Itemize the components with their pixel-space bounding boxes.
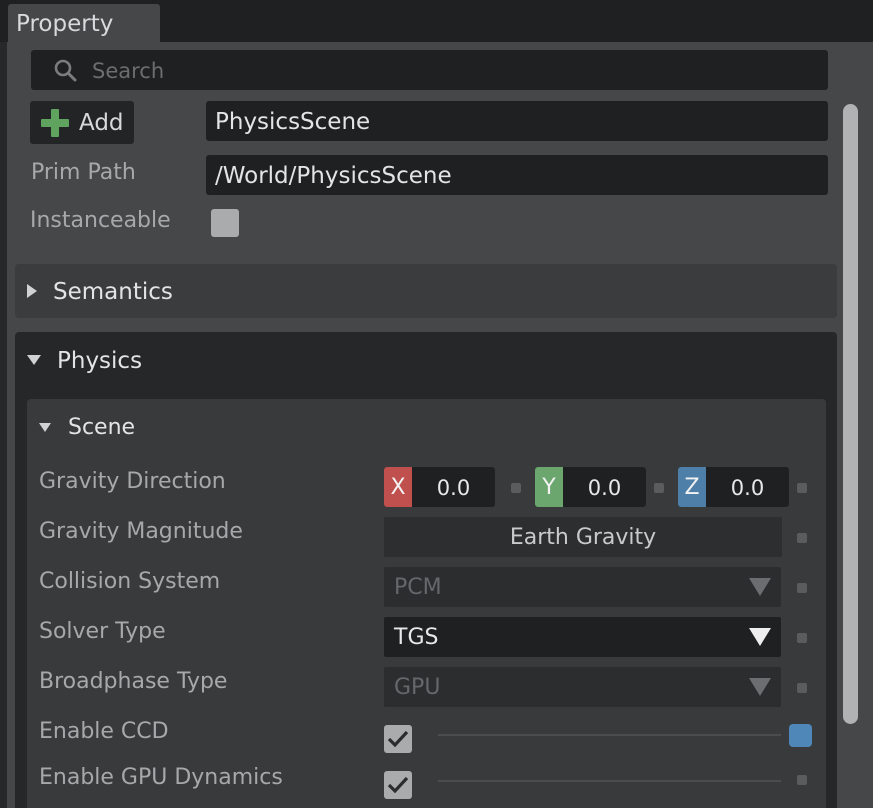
gravity-x-default-indicator[interactable] <box>511 483 521 493</box>
panel-left-edge <box>0 42 7 808</box>
prim-name-field[interactable]: PhysicsScene <box>206 101 828 141</box>
section-semantics-label: Semantics <box>53 279 173 305</box>
collapse-arrow-icon <box>27 355 41 365</box>
section-physics: Physics Scene Gravity Direction X 0.0 Y … <box>15 332 837 808</box>
axis-x-badge: X <box>384 467 412 507</box>
collision-system-value: PCM <box>394 575 442 600</box>
axis-y-badge: Y <box>535 467 563 507</box>
broadphase-type-dropdown[interactable]: GPU <box>384 667 781 707</box>
checkmark-icon <box>387 776 409 794</box>
plus-icon <box>41 109 69 137</box>
gravity-x-value: 0.0 <box>436 476 471 500</box>
enable-ccd-checkbox[interactable] <box>384 725 412 753</box>
collapse-arrow-icon <box>39 423 51 432</box>
gravity-magnitude-label: Gravity Magnitude <box>39 519 243 544</box>
enable-ccd-modified-indicator[interactable] <box>789 724 812 747</box>
gravity-z-field[interactable]: Z 0.0 <box>678 467 789 507</box>
search-placeholder: Search <box>92 59 165 83</box>
gravity-z-default-indicator[interactable] <box>797 483 807 493</box>
instanceable-label: Instanceable <box>30 208 171 233</box>
dropdown-arrow-icon <box>749 578 771 596</box>
prim-path-label: Prim Path <box>31 160 136 185</box>
collision-system-default-indicator[interactable] <box>797 583 807 593</box>
checkmark-icon <box>387 730 409 748</box>
dropdown-arrow-icon <box>749 628 771 646</box>
enable-gpu-dynamics-track <box>438 780 781 782</box>
broadphase-type-label: Broadphase Type <box>39 669 228 694</box>
gravity-direction-label: Gravity Direction <box>39 469 226 494</box>
add-button[interactable]: Add <box>30 101 134 144</box>
broadphase-type-default-indicator[interactable] <box>797 683 807 693</box>
property-panel: Search Add PhysicsScene Prim Path /World… <box>7 42 873 808</box>
gravity-x-field[interactable]: X 0.0 <box>384 467 495 507</box>
instanceable-checkbox[interactable] <box>211 209 239 237</box>
gravity-y-field[interactable]: Y 0.0 <box>535 467 646 507</box>
gravity-y-value: 0.0 <box>587 476 622 500</box>
collision-system-label: Collision System <box>39 569 221 594</box>
solver-type-dropdown[interactable]: TGS <box>384 617 781 657</box>
solver-type-value: TGS <box>394 625 439 650</box>
enable-gpu-dynamics-default-indicator[interactable] <box>797 775 807 785</box>
vertical-scrollbar[interactable] <box>843 104 858 724</box>
enable-gpu-dynamics-label: Enable GPU Dynamics <box>39 765 283 790</box>
collision-system-dropdown[interactable]: PCM <box>384 567 781 607</box>
gravity-y-default-indicator[interactable] <box>654 483 664 493</box>
broadphase-type-value: GPU <box>394 675 441 700</box>
dropdown-arrow-icon <box>749 678 771 696</box>
enable-ccd-track <box>438 734 781 736</box>
axis-z-badge: Z <box>678 467 706 507</box>
section-scene: Scene Gravity Direction X 0.0 Y 0.0 Z 0.… <box>27 399 826 808</box>
gravity-magnitude-default-indicator[interactable] <box>797 533 807 543</box>
enable-ccd-label: Enable CCD <box>39 719 169 744</box>
solver-type-default-indicator[interactable] <box>797 633 807 643</box>
search-icon <box>54 59 77 82</box>
prim-path-field[interactable]: /World/PhysicsScene <box>206 155 828 195</box>
earth-gravity-button[interactable]: Earth Gravity <box>384 517 782 557</box>
tab-property[interactable]: Property <box>8 4 160 42</box>
section-semantics[interactable]: Semantics <box>15 264 837 318</box>
gravity-z-value: 0.0 <box>730 476 765 500</box>
add-button-label: Add <box>79 110 124 136</box>
section-physics-label: Physics <box>57 348 143 374</box>
section-scene-label: Scene <box>68 415 136 440</box>
expand-arrow-icon <box>27 284 37 298</box>
solver-type-label: Solver Type <box>39 619 166 644</box>
enable-gpu-dynamics-checkbox[interactable] <box>384 771 412 799</box>
search-input[interactable]: Search <box>31 50 828 90</box>
